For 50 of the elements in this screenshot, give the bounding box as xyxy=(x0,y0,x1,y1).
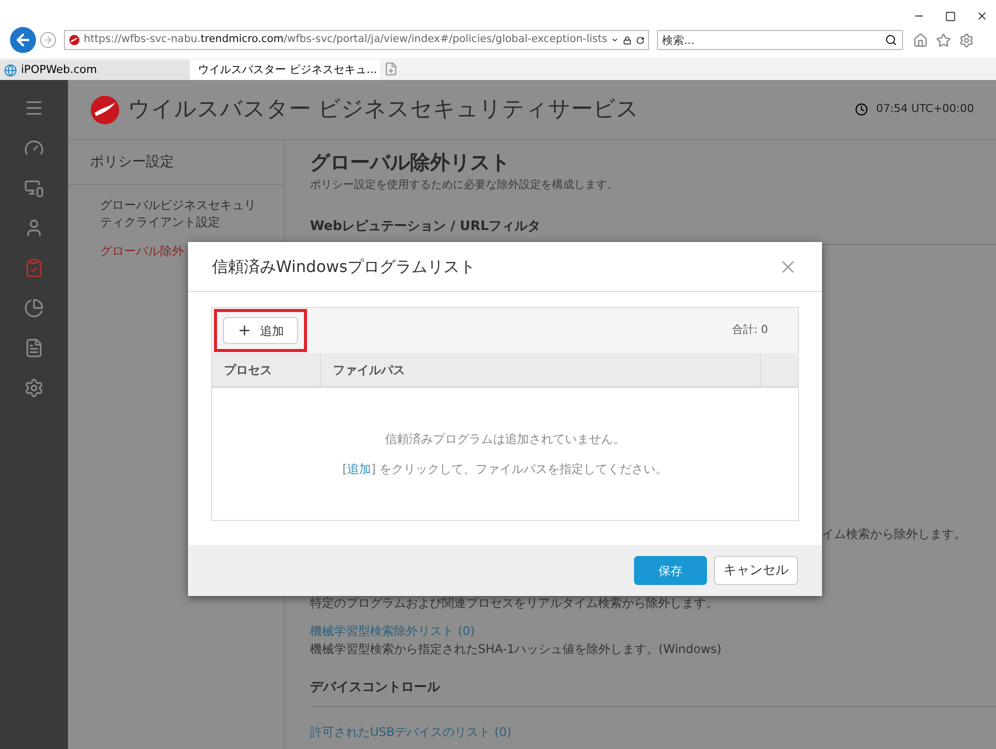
section-heading: デバイスコントロール xyxy=(310,680,440,695)
forward-arrow-icon xyxy=(43,35,53,45)
url-text: https://wfbs-svc-nabu.trendmicro.com/wfbs-svc/portal/ja/view/index#/policies/global-exception-lists xyxy=(84,32,608,48)
description-text: 機械学習型検索から指定されたSHA-1ハッシュ値を除外します。(Windows) xyxy=(310,642,722,656)
page-subtitle: ポリシー設定を使用するために必要な除外設定を構成します。 xyxy=(310,177,619,193)
home-icon[interactable] xyxy=(913,32,928,48)
column-header: プロセス xyxy=(212,353,321,386)
clipboard-icon[interactable] xyxy=(24,258,44,278)
clock-icon xyxy=(855,103,868,116)
description-text: イム検索から除外します。 xyxy=(822,527,966,541)
forward-button[interactable] xyxy=(40,32,56,48)
empty-message: 信頼済みプログラムは追加されていません。 xyxy=(385,431,625,448)
settings-icon[interactable] xyxy=(959,32,974,48)
list-link[interactable]: 許可されたUSBデバイスのリスト (0) xyxy=(310,724,512,738)
document-icon[interactable] xyxy=(24,338,44,358)
devices-icon[interactable] xyxy=(24,178,44,198)
panel-item[interactable]: グローバルビジネスセキュリティクライアント設定 xyxy=(100,197,260,231)
empty-hint: [追加] をクリックして、ファイルパスを指定してください。 xyxy=(342,461,668,478)
globe-icon xyxy=(4,64,17,76)
list-link[interactable]: 機械学習型検索除外リスト (0) xyxy=(310,624,475,638)
maximize-icon[interactable] xyxy=(945,11,956,22)
search-field[interactable]: 検索... xyxy=(657,30,903,50)
plus-icon xyxy=(237,323,252,338)
section-heading: Webレピュテーション / URLフィルタ xyxy=(310,218,541,234)
pie-chart-icon[interactable] xyxy=(24,298,44,318)
page-title: グローバル除外リスト xyxy=(310,149,511,176)
column-header: ファイルパス xyxy=(321,353,761,386)
app-title: ウイルスバスター ビジネスセキュリティサービス xyxy=(128,96,640,124)
address-bar[interactable]: https://wfbs-svc-nabu.trendmicro.com/wfbs-svc/portal/ja/view/index#/policies/global-exception-lists xyxy=(64,30,649,50)
description-text: 特定のプログラムおよび関連プロセスをリアルタイム検索から除外します。 xyxy=(310,596,718,610)
dialog-title: 信頼済みWindowsプログラムリスト xyxy=(212,256,476,278)
add-link[interactable]: 追加 xyxy=(347,462,372,476)
lock-icon xyxy=(623,34,632,46)
save-button[interactable]: 保存 xyxy=(634,556,707,585)
cancel-button[interactable]: キャンセル xyxy=(714,556,798,585)
star-icon[interactable] xyxy=(936,32,951,48)
logo-icon xyxy=(90,94,120,124)
back-button[interactable] xyxy=(10,27,36,53)
browser-tab[interactable]: ウイルスバスター ビジネスセキュ... xyxy=(190,60,380,80)
total-count: 合計: 0 xyxy=(732,322,768,338)
browser-tab[interactable]: iPOPWeb.com xyxy=(0,60,190,80)
clock-text: 07:54 UTC+00:00 xyxy=(876,101,974,118)
settings-icon[interactable] xyxy=(24,378,44,398)
panel-title: ポリシー設定 xyxy=(68,140,284,185)
add-button[interactable]: 追加 xyxy=(223,317,298,344)
refresh-icon[interactable] xyxy=(636,34,644,46)
logo-icon xyxy=(69,33,80,47)
search-icon[interactable] xyxy=(885,34,897,46)
new-tab-icon[interactable] xyxy=(384,62,398,76)
close-icon[interactable] xyxy=(976,10,988,22)
